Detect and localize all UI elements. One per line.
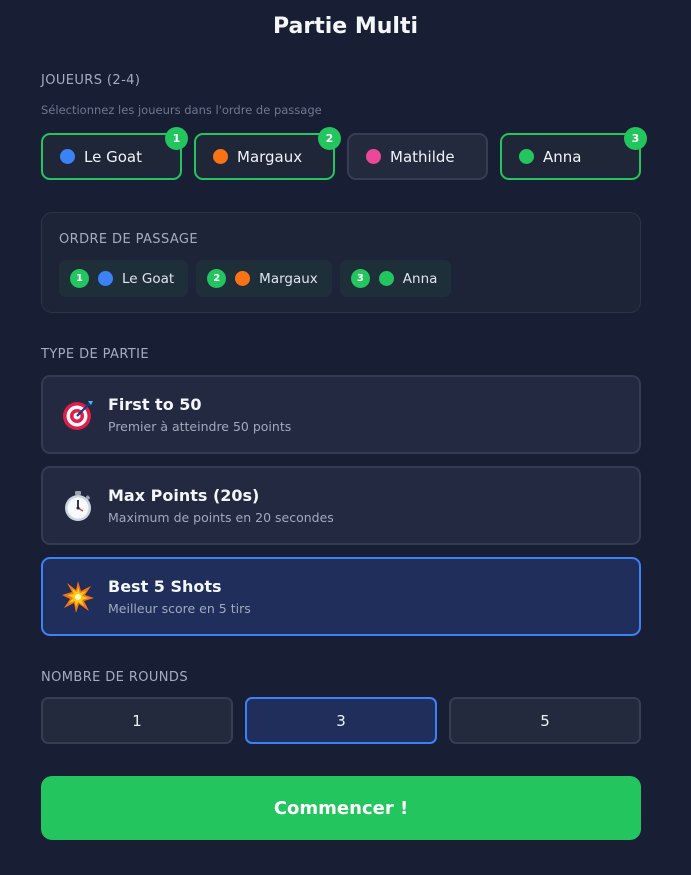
round-option-1[interactable]: 1	[41, 697, 233, 744]
game-type-list: First to 50 Premier à atteindre 50 point…	[41, 375, 641, 648]
player-color-dot	[378, 271, 394, 286]
player-order-badge: 3	[624, 127, 647, 150]
player-name: Mathilde	[390, 147, 455, 166]
turn-order-name: Le Goat	[122, 270, 175, 287]
player-order-badge: 1	[165, 127, 188, 150]
player-color-dot	[519, 149, 534, 164]
turn-order-number: 3	[350, 269, 370, 288]
turn-order-chip: 3 Anna	[339, 260, 452, 297]
stopwatch-icon	[65, 490, 91, 521]
player-color-dot	[366, 149, 381, 164]
mode-best-5-shots[interactable]: Best 5 Shots Meilleur score en 5 tirs	[41, 557, 641, 636]
player-order-badge: 2	[318, 127, 341, 150]
players-hint: Sélectionnez les joueurs dans l'ordre de…	[41, 103, 322, 117]
turn-order-list: 1 Le Goat 2 Margaux 3 Anna	[59, 260, 452, 297]
mode-description: Maximum de points en 20 secondes	[108, 510, 334, 525]
start-button[interactable]: Commencer !	[41, 776, 641, 840]
turn-order-chip: 2 Margaux	[196, 260, 332, 297]
turn-order-label: ORDRE DE PASSAGE	[59, 232, 199, 247]
player-name: Margaux	[237, 147, 303, 166]
turn-order-chip: 1 Le Goat	[59, 260, 189, 297]
turn-order-name: Margaux	[259, 270, 318, 287]
player-mathilde[interactable]: Mathilde	[347, 133, 488, 180]
mode-description: Meilleur score en 5 tirs	[108, 601, 251, 616]
rounds-label: NOMBRE DE ROUNDS	[41, 670, 188, 685]
turn-order-panel: ORDRE DE PASSAGE 1 Le Goat 2 Margaux 3 A…	[41, 212, 641, 313]
mode-max-points[interactable]: Max Points (20s) Maximum de points en 20…	[41, 466, 641, 545]
player-name: Anna	[543, 147, 582, 166]
player-color-dot	[213, 149, 228, 164]
turn-order-number: 2	[207, 269, 227, 288]
mode-first-to-50[interactable]: First to 50 Premier à atteindre 50 point…	[41, 375, 641, 454]
player-name: Le Goat	[84, 147, 142, 166]
round-option-3[interactable]: 3	[245, 697, 437, 744]
mode-title: Max Points (20s)	[108, 486, 260, 505]
mode-title: First to 50	[108, 395, 202, 414]
player-color-dot	[98, 271, 113, 286]
player-color-dot	[235, 271, 251, 286]
turn-order-name: Anna	[402, 270, 438, 287]
page-title: Partie Multi	[272, 14, 419, 39]
rounds-selector: 1 3 5	[41, 697, 641, 744]
mode-description: Premier à atteindre 50 points	[108, 419, 292, 434]
player-anna[interactable]: Anna 3	[500, 127, 647, 180]
explosion-icon	[62, 580, 94, 613]
player-list: Le Goat 1 Margaux 2 Mathilde Anna 3	[41, 127, 647, 180]
player-le-goat[interactable]: Le Goat 1	[41, 127, 188, 180]
player-margaux[interactable]: Margaux 2	[194, 127, 341, 180]
round-option-5[interactable]: 5	[449, 697, 641, 744]
mode-title: Best 5 Shots	[108, 577, 222, 596]
turn-order-number: 1	[70, 269, 89, 288]
game-type-label: TYPE DE PARTIE	[41, 347, 150, 362]
players-section-label: JOUEURS (2-4)	[41, 73, 141, 88]
target-icon	[63, 400, 93, 430]
player-color-dot	[60, 149, 75, 164]
